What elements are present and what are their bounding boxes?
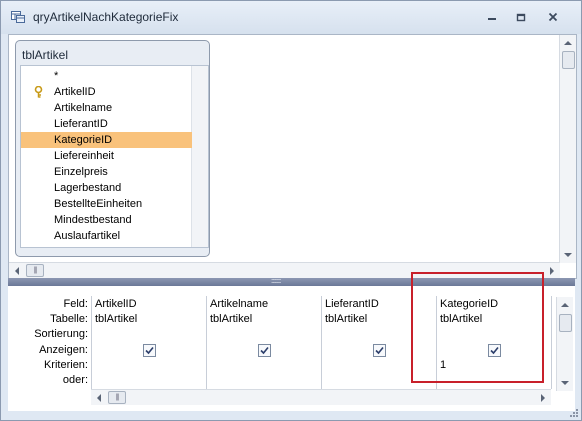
restore-button[interactable] <box>508 7 534 27</box>
field-list-item-label: ArtikelID <box>54 86 96 98</box>
field-list-item[interactable]: Lagerbestand <box>21 180 192 196</box>
field-list-item[interactable]: KategorieID <box>21 132 192 148</box>
show-checkbox[interactable] <box>143 344 156 357</box>
close-button[interactable] <box>540 7 566 27</box>
show-checkbox[interactable] <box>373 344 386 357</box>
field-list-item[interactable]: Einzelpreis <box>21 164 192 180</box>
grid-cell-tabelle[interactable]: tblArtikel <box>92 312 206 327</box>
grid-horizontal-scrollbar[interactable]: ||| <box>91 389 551 405</box>
scroll-thumb-horizontal[interactable]: ||| <box>108 391 126 404</box>
resize-grip-icon[interactable] <box>569 408 579 418</box>
field-list-item-label: LieferantID <box>54 118 108 130</box>
row-label-anzeigen: Anzeigen: <box>39 344 88 356</box>
grid-cell-sortierung[interactable] <box>207 327 321 342</box>
scroll-right-icon[interactable] <box>535 390 551 405</box>
scroll-up-icon[interactable] <box>557 297 573 312</box>
grid-cell-kriterien[interactable] <box>207 358 321 373</box>
field-list-item-label: Auslaufartikel <box>54 230 121 242</box>
grid-cell-anzeigen[interactable] <box>207 343 321 358</box>
show-checkbox[interactable] <box>258 344 271 357</box>
title-bar[interactable]: qryArtikelNachKategorieFix <box>1 1 581 34</box>
field-list-item[interactable]: * <box>21 68 192 84</box>
restore-icon <box>516 13 526 22</box>
grid-column[interactable]: Artikelname tblArtikel <box>207 296 322 389</box>
grid-column[interactable]: ArtikelID tblArtikel <box>92 296 207 389</box>
row-label-feld: Feld: <box>63 298 88 310</box>
highlight-box-kategorie-column <box>411 272 544 383</box>
grid-vertical-scrollbar[interactable] <box>556 297 573 391</box>
field-list-item-label: Mindestbestand <box>54 214 132 226</box>
field-list-item[interactable]: Artikelname <box>21 100 192 116</box>
grid-cell-tabelle[interactable]: tblArtikel <box>207 312 321 327</box>
field-list[interactable]: * ArtikelID Artikelname LieferantID Kategori… <box>20 65 209 248</box>
field-list-item-label: KategorieID <box>54 134 113 146</box>
row-label-sortierung: Sortierung: <box>34 328 88 340</box>
close-icon <box>548 12 558 22</box>
checkmark-icon <box>260 346 269 355</box>
scroll-left-icon[interactable] <box>9 263 25 278</box>
scroll-thumb-vertical[interactable] <box>562 51 575 69</box>
field-list-item[interactable]: Auslaufartikel <box>21 228 192 244</box>
field-list-item-label: BestellteEinheiten <box>54 198 143 210</box>
field-list-window[interactable]: tblArtikel * ArtikelID Artikelname Lieferan… <box>15 40 210 257</box>
field-list-item-label: * <box>54 70 59 82</box>
scroll-down-icon[interactable] <box>560 247 576 262</box>
field-list-scrollbar[interactable] <box>191 66 208 247</box>
field-list-title: tblArtikel <box>22 48 69 62</box>
scroll-thumb-horizontal[interactable]: ||| <box>26 264 44 277</box>
field-list-item[interactable]: ArtikelID <box>21 84 192 100</box>
grid-cell-oder[interactable] <box>207 373 321 388</box>
field-list-item-label: Liefereinheit <box>54 150 114 162</box>
splitter-grip-icon: :::::::::: <box>271 278 282 285</box>
table-pane[interactable]: tblArtikel * ArtikelID Artikelname Lieferan… <box>8 34 577 279</box>
field-list-item[interactable]: Liefereinheit <box>21 148 192 164</box>
checkmark-icon <box>375 346 384 355</box>
query-design-window: qryArtikelNachKategorieFix tblArtikel * A… <box>0 0 582 421</box>
field-list-item-label: Artikelname <box>54 102 113 114</box>
scroll-left-icon[interactable] <box>91 390 107 405</box>
row-label-kriterien: Kriterien: <box>43 359 88 371</box>
field-list-item[interactable]: Mindestbestand <box>21 212 192 228</box>
grid-cell-kriterien[interactable] <box>92 358 206 373</box>
row-label-oder: oder: <box>62 374 88 386</box>
table-pane-vertical-scrollbar[interactable] <box>559 35 576 263</box>
query-icon <box>11 11 25 23</box>
scroll-up-icon[interactable] <box>560 35 576 50</box>
grid-cell-oder[interactable] <box>92 373 206 388</box>
grid-cell-feld[interactable]: Artikelname <box>207 297 321 312</box>
scroll-down-icon[interactable] <box>557 375 573 390</box>
field-list-item[interactable]: BestellteEinheiten <box>21 196 192 212</box>
grid-cell-anzeigen[interactable] <box>92 343 206 358</box>
checkmark-icon <box>145 346 154 355</box>
minimize-icon <box>488 18 496 20</box>
field-list-item[interactable]: LieferantID <box>21 116 192 132</box>
minimize-button[interactable] <box>479 7 505 27</box>
field-list-item-label: Lagerbestand <box>54 182 122 194</box>
scroll-thumb-vertical[interactable] <box>559 314 572 332</box>
window-title: qryArtikelNachKategorieFix <box>33 10 179 24</box>
row-label-tabelle: Tabelle: <box>50 313 88 325</box>
scroll-right-icon[interactable] <box>544 263 560 278</box>
grid-cell-feld[interactable]: ArtikelID <box>92 297 206 312</box>
grid-cell-sortierung[interactable] <box>92 327 206 342</box>
field-list-item-label: Einzelpreis <box>54 166 108 178</box>
